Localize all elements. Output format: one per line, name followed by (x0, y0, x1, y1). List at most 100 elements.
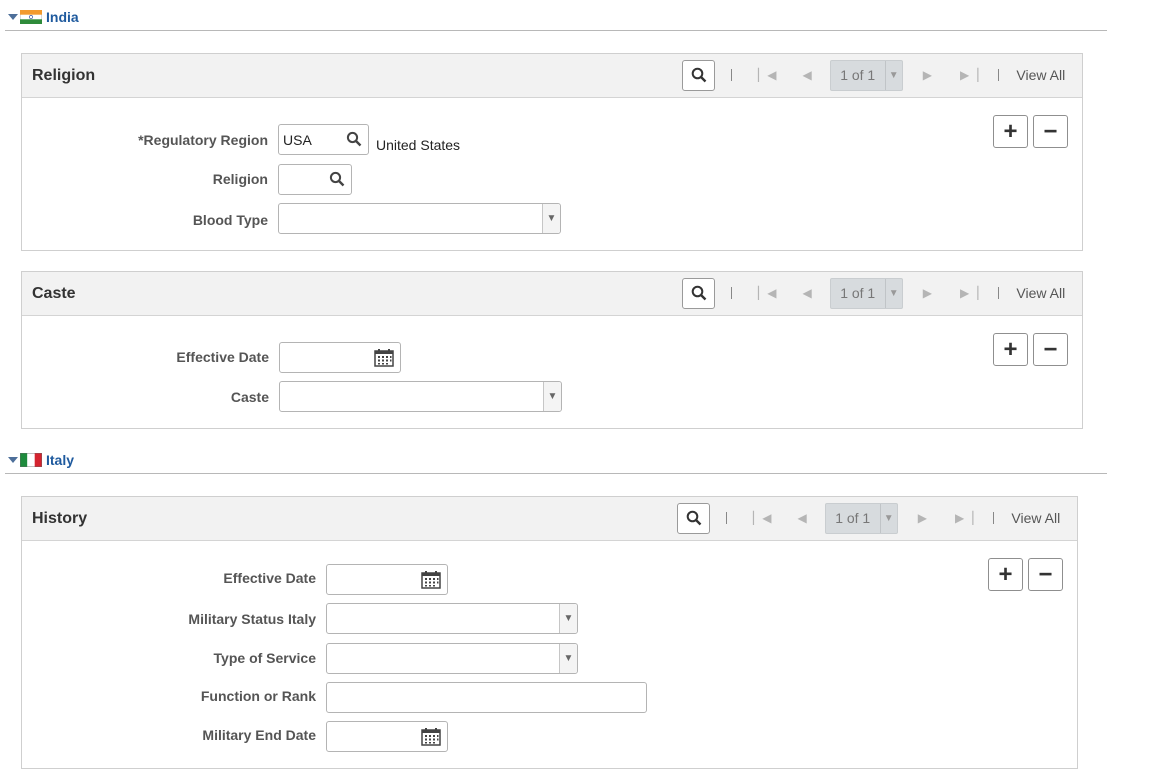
lookup-icon[interactable] (329, 171, 345, 187)
pager-label: 1 of 1 (840, 67, 876, 83)
italy-flag-icon (20, 453, 42, 467)
chevron-down-icon[interactable]: ▼ (559, 644, 577, 673)
separator (731, 287, 732, 299)
history-panel: History ▏◀ ◀ 1 of 1 ▼ ▶ ▶▕ View All + − … (21, 496, 1078, 769)
previous-page-icon[interactable]: ◀ (802, 286, 811, 300)
india-section-header[interactable]: India (8, 9, 79, 25)
military-status-select[interactable]: ▼ (326, 603, 578, 634)
last-page-icon[interactable]: ▶▕ (960, 286, 978, 300)
effective-date-label: Effective Date (223, 570, 316, 586)
religion-label: Religion (212, 171, 268, 187)
previous-page-icon[interactable]: ◀ (802, 68, 811, 82)
view-all-link[interactable]: View All (1016, 67, 1065, 83)
blood-type-select[interactable]: ▼ (278, 203, 561, 234)
row-pager[interactable]: 1 of 1 ▼ (829, 59, 903, 91)
last-page-icon[interactable]: ▶▕ (960, 68, 978, 82)
italy-section-header[interactable]: Italy (8, 452, 74, 468)
minus-icon: − (1038, 560, 1053, 588)
magnifier-icon (691, 285, 706, 301)
history-panel-header: History ▏◀ ◀ 1 of 1 ▼ ▶ ▶▕ View All (22, 497, 1077, 541)
regulatory-region-input[interactable]: USA (278, 124, 369, 155)
magnifier-icon (686, 510, 701, 526)
pager-label: 1 of 1 (835, 510, 871, 526)
view-all-link[interactable]: View All (1011, 510, 1060, 526)
military-status-label: Military Status Italy (188, 611, 316, 627)
religion-panel-header: Religion ▏◀ ◀ 1 of 1 ▼ ▶ ▶▕ View All (22, 54, 1082, 98)
first-page-icon[interactable]: ▏◀ (753, 511, 771, 525)
religion-input[interactable] (278, 164, 352, 195)
chevron-down-icon[interactable]: ▼ (542, 204, 560, 233)
india-flag-icon (20, 10, 42, 24)
chevron-down-icon[interactable]: ▼ (543, 382, 561, 411)
first-page-icon[interactable]: ▏◀ (758, 286, 776, 300)
regulatory-region-description: United States (376, 137, 461, 153)
separator (731, 69, 732, 81)
function-rank-input[interactable] (326, 682, 647, 713)
panel-title: Caste (32, 285, 76, 302)
search-button[interactable] (682, 59, 715, 91)
search-button[interactable] (682, 277, 715, 309)
chevron-down-icon[interactable]: ▼ (879, 503, 897, 533)
separator (993, 512, 995, 524)
grid-navigation: ▏◀ ◀ 1 of 1 ▼ ▶ ▶▕ View All (682, 277, 1065, 309)
country-name-india[interactable]: India (46, 9, 79, 25)
next-page-icon[interactable]: ▶ (923, 286, 932, 300)
view-all-link[interactable]: View All (1016, 285, 1065, 301)
first-page-icon[interactable]: ▏◀ (758, 68, 776, 82)
lookup-icon[interactable] (346, 131, 362, 147)
effective-date-input[interactable] (326, 564, 448, 595)
row-pager[interactable]: 1 of 1 ▼ (829, 277, 903, 309)
function-rank-label: Function or Rank (200, 688, 316, 704)
pager-label: 1 of 1 (840, 285, 876, 301)
caste-label: Caste (230, 389, 269, 405)
previous-page-icon[interactable]: ◀ (797, 511, 806, 525)
country-name-italy[interactable]: Italy (46, 452, 74, 468)
military-end-date-label: Military End Date (202, 727, 316, 743)
caste-panel-header: Caste ▏◀ ◀ 1 of 1 ▼ ▶ ▶▕ View All (22, 272, 1082, 316)
calendar-icon[interactable] (421, 728, 441, 746)
calendar-icon[interactable] (421, 571, 441, 589)
military-end-date-input[interactable] (326, 721, 448, 752)
separator (998, 287, 1000, 299)
calendar-icon[interactable] (374, 349, 394, 367)
separator (726, 512, 727, 524)
collapse-triangle-icon[interactable] (8, 457, 18, 463)
panel-title: Religion (32, 67, 96, 84)
next-page-icon[interactable]: ▶ (918, 511, 927, 525)
religion-panel: Religion ▏◀ ◀ 1 of 1 ▼ ▶ ▶▕ View All + −… (21, 53, 1083, 251)
grid-navigation: ▏◀ ◀ 1 of 1 ▼ ▶ ▶▕ View All (677, 502, 1060, 534)
add-row-button[interactable]: + (993, 115, 1028, 148)
separator (998, 69, 1000, 81)
delete-row-button[interactable]: − (1033, 115, 1068, 148)
effective-date-input[interactable] (279, 342, 401, 373)
add-row-button[interactable]: + (993, 333, 1028, 366)
caste-select[interactable]: ▼ (279, 381, 562, 412)
delete-row-button[interactable]: − (1033, 333, 1068, 366)
collapse-triangle-icon[interactable] (8, 14, 18, 20)
panel-title: History (32, 510, 88, 527)
minus-icon: − (1043, 335, 1058, 363)
add-row-button[interactable]: + (988, 558, 1023, 591)
plus-icon: + (1003, 117, 1018, 145)
chevron-down-icon[interactable]: ▼ (559, 604, 577, 633)
type-of-service-select[interactable]: ▼ (326, 643, 578, 674)
chevron-down-icon[interactable]: ▼ (884, 278, 902, 308)
blood-type-label: Blood Type (192, 212, 268, 228)
next-page-icon[interactable]: ▶ (923, 68, 932, 82)
magnifier-icon (691, 67, 706, 83)
row-pager[interactable]: 1 of 1 ▼ (824, 502, 898, 534)
minus-icon: − (1043, 117, 1058, 145)
effective-date-label: Effective Date (176, 349, 269, 365)
plus-icon: + (1003, 335, 1018, 363)
type-of-service-label: Type of Service (213, 650, 316, 666)
regulatory-region-label: *Regulatory Region (138, 132, 268, 148)
section-divider (5, 30, 1107, 31)
search-button[interactable] (677, 502, 710, 534)
chevron-down-icon[interactable]: ▼ (884, 60, 902, 90)
delete-row-button[interactable]: − (1028, 558, 1063, 591)
section-divider (5, 473, 1107, 474)
caste-panel: Caste ▏◀ ◀ 1 of 1 ▼ ▶ ▶▕ View All + − Ef… (21, 271, 1083, 429)
regulatory-region-value: USA (283, 132, 312, 148)
last-page-icon[interactable]: ▶▕ (955, 511, 973, 525)
grid-navigation: ▏◀ ◀ 1 of 1 ▼ ▶ ▶▕ View All (682, 59, 1065, 91)
